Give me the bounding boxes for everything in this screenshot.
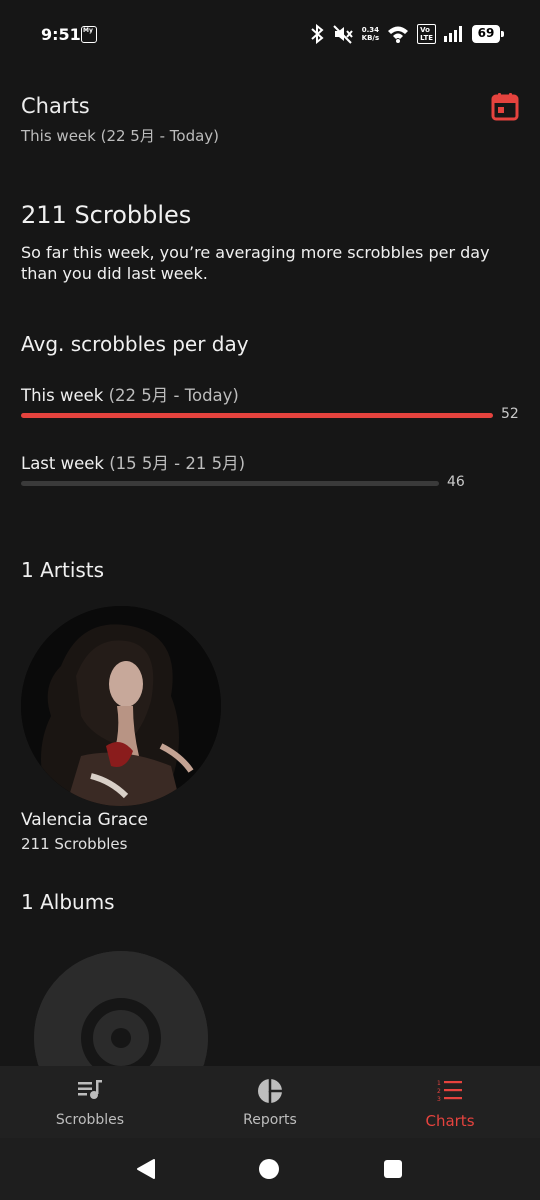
artist-photo [21,606,221,806]
svg-text:2: 2 [437,1088,441,1095]
pie-chart-icon [258,1079,282,1103]
bottom-navigation: Scrobbles Reports 1 2 3 Charts [0,1066,540,1138]
last-week-value: 46 [447,474,465,490]
nav-reports[interactable]: Reports [180,1066,360,1138]
page-subtitle: This week (22 5月 - Today) [21,127,220,145]
this-week-name: This week [21,386,104,405]
signal-icon [444,26,462,42]
status-icons: 0.34 KB/s Vo LTE 69 [310,22,504,46]
weekly-scrobble-count: 211 Scrobbles [21,201,192,229]
nav-scrobbles-label: Scrobbles [55,1112,125,1128]
recents-icon[interactable] [383,1159,403,1179]
battery-icon: 69 [472,25,504,43]
bluetooth-icon [310,24,324,44]
artists-section-title: 1 Artists [21,558,105,582]
artist-card[interactable] [21,606,221,806]
svg-text:1: 1 [437,1080,441,1087]
this-week-label: This week (22 5月 - Today) [21,382,239,406]
avg-scrobbles-heading: Avg. scrobbles per day [21,332,249,356]
back-icon[interactable] [135,1158,157,1180]
volte-badge: Vo LTE [417,24,436,44]
net-speed-value: 0.34 [361,26,380,34]
volte-top: Vo [420,26,430,34]
queue-music-icon [78,1080,102,1099]
artist-name: Valencia Grace [21,810,148,830]
this-week-range: (22 5月 - Today) [108,386,239,405]
svg-text:3: 3 [437,1096,441,1102]
volte-bottom: LTE [420,34,433,42]
mute-icon [332,25,353,44]
nav-charts-label: Charts [425,1112,475,1130]
weekly-summary-text: So far this week, you’re averaging more … [21,243,490,283]
app-notification-icon: My [81,26,97,43]
nav-reports-label: Reports [243,1112,297,1128]
last-week-bar [21,481,439,486]
albums-section-title: 1 Albums [21,890,115,914]
net-speed-unit: KB/s [361,34,380,42]
nav-scrobbles[interactable]: Scrobbles [0,1066,180,1138]
last-week-label: Last week (15 5月 - 21 5月) [21,450,245,474]
calendar-button[interactable] [490,92,520,122]
this-week-bar [21,413,493,418]
artist-scrobble-count: 211 Scrobbles [21,835,128,853]
home-icon[interactable] [258,1158,280,1180]
artist-image [21,606,221,806]
calendar-icon [491,93,519,121]
page-title: Charts [21,94,90,118]
system-navigation [0,1138,540,1200]
status-bar: 9:51 My 0.34 KB/s Vo LTE 69 [0,0,540,70]
numbered-list-icon: 1 2 3 [437,1080,462,1102]
network-speed: 0.34 KB/s [362,26,379,42]
status-time: 9:51 [41,25,81,44]
this-week-value: 52 [501,406,519,422]
last-week-name: Last week [21,454,104,473]
wifi-icon [388,26,409,43]
nav-charts[interactable]: 1 2 3 Charts [360,1066,540,1138]
last-week-range: (15 5月 - 21 5月) [109,454,246,473]
